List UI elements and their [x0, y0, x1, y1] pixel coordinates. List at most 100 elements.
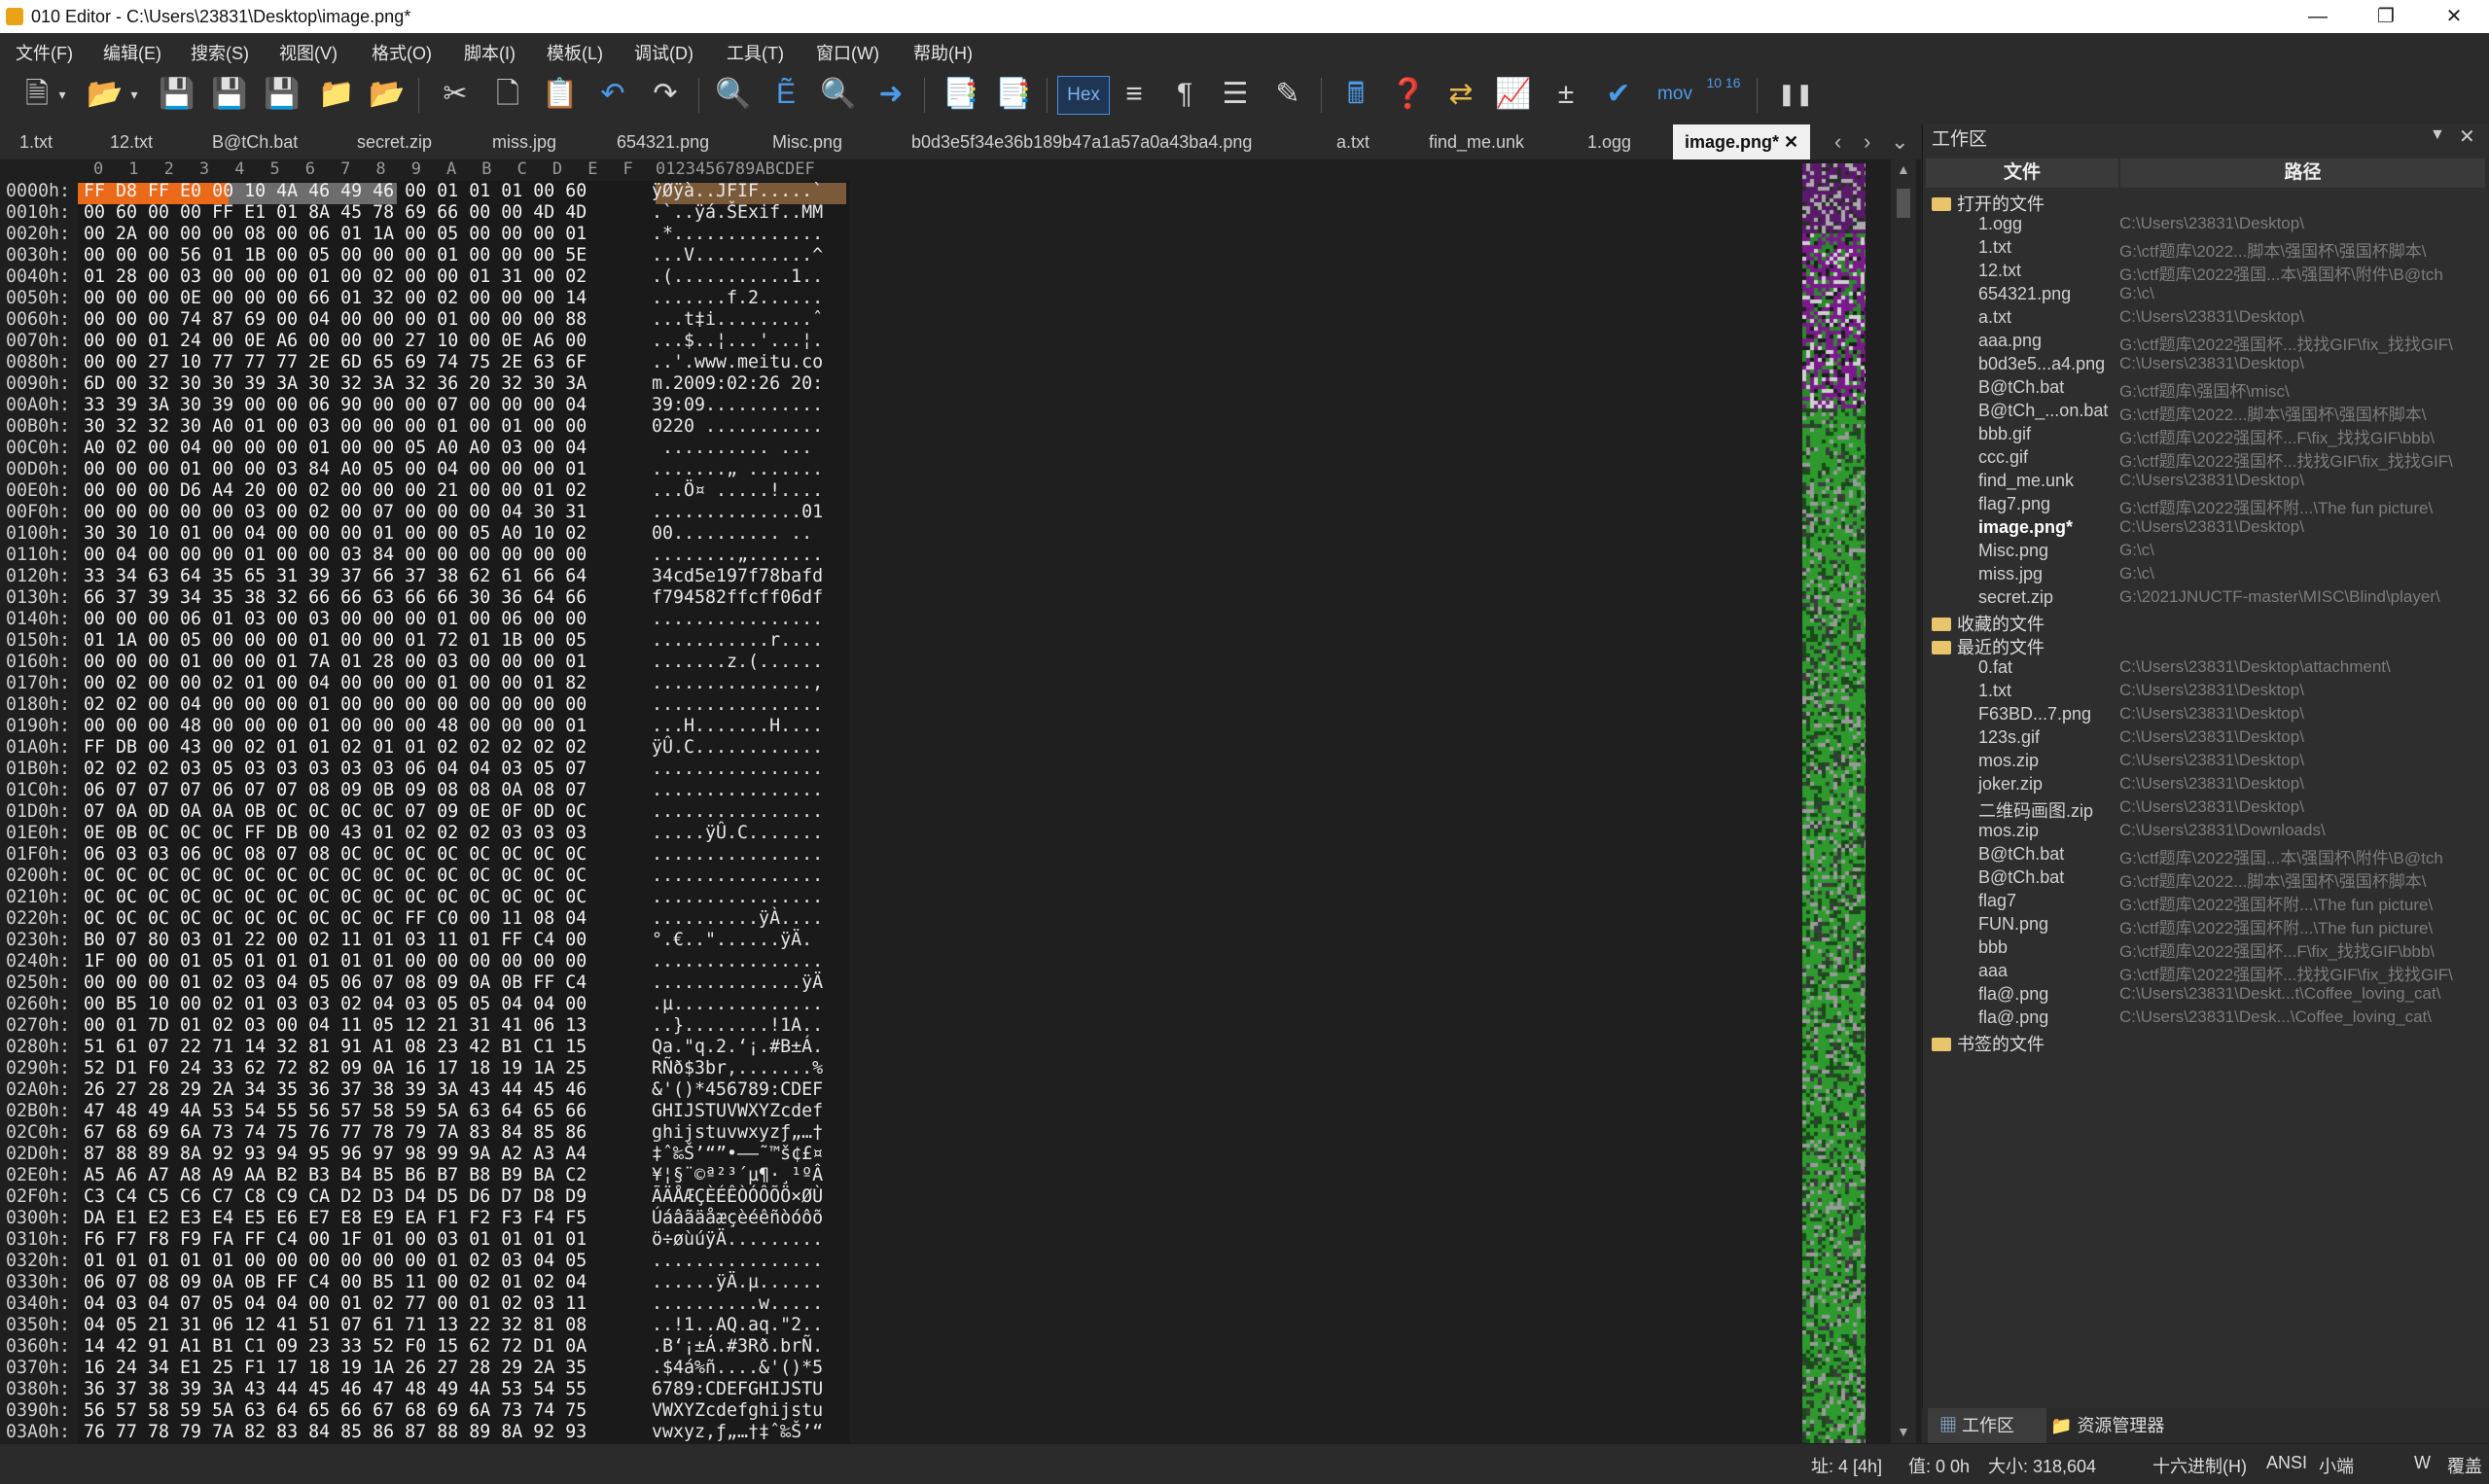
recent-file-name[interactable]: fla@.png: [1978, 984, 2048, 1005]
row-hex-bytes[interactable]: A5 A6 A7 A8 A9 AA B2 B3 B4 B5 B6 B7 B8 B…: [84, 1165, 652, 1186]
recent-file-name[interactable]: fla@.png: [1978, 1007, 2048, 1028]
menu-edit[interactable]: 编辑(E): [103, 40, 161, 65]
status-mode[interactable]: 十六进制(H): [2152, 1453, 2247, 1478]
compare-icon[interactable]: ⇄: [1441, 75, 1480, 114]
open-file-name[interactable]: flag7.png: [1978, 494, 2050, 514]
row-ascii[interactable]: vwxyz‚ƒ„…†‡ˆ‰Š’“: [652, 1422, 823, 1442]
save-as-icon[interactable]: 💾: [210, 75, 249, 114]
recent-file-name[interactable]: 0.fat: [1978, 657, 2012, 678]
row-ascii[interactable]: Qa."q.2.‘¡.#B±Á.: [652, 1037, 823, 1057]
row-hex-bytes[interactable]: F6 F7 F8 F9 FA FF C4 00 1F 01 00 03 01 0…: [84, 1229, 652, 1251]
row-ascii[interactable]: ................: [652, 780, 823, 800]
hex-row[interactable]: 0190h: 00 00 00 48 00 00 00 01 00 00 00 4…: [0, 716, 823, 737]
recent-file-name[interactable]: bbb: [1978, 937, 2008, 958]
tab-a-txt[interactable]: a.txt: [1336, 124, 1369, 159]
open-file-name[interactable]: 1.ogg: [1978, 214, 2022, 234]
columns-icon[interactable]: ☰: [1216, 75, 1255, 114]
redo-icon[interactable]: ↷: [646, 75, 685, 114]
row-ascii[interactable]: m.2009:02:26 20:: [652, 373, 823, 394]
hex-row[interactable]: 0090h: 6D 00 32 30 30 39 3A 30 32 3A 32 3…: [0, 373, 823, 395]
checksum-icon[interactable]: ±: [1547, 75, 1585, 114]
row-hex-bytes[interactable]: 02 02 00 04 00 00 00 01 00 00 00 00 00 0…: [84, 694, 652, 716]
row-ascii[interactable]: .......f.2......: [652, 288, 823, 308]
copy-icon[interactable]: 🗋: [488, 75, 527, 114]
hex-row[interactable]: 01D0h: 07 0A 0D 0A 0A 0B 0C 0C 0C 0C 07 0…: [0, 801, 823, 823]
recent-files-group[interactable]: 最近的文件: [1932, 634, 2045, 659]
row-ascii[interactable]: .µ..............: [652, 994, 823, 1014]
hex-row[interactable]: 0300h: DA E1 E2 E3 E4 E5 E6 E7 E8 E9 EA F…: [0, 1208, 823, 1229]
panel-menu-icon[interactable]: ▼: [2430, 126, 2445, 144]
column-file[interactable]: 文件: [1926, 159, 2118, 188]
hex-row[interactable]: 0270h: 00 01 7D 01 02 03 00 04 11 05 12 2…: [0, 1015, 823, 1037]
highlight-icon[interactable]: ✎: [1268, 75, 1307, 114]
tabs-left-icon[interactable]: ‹: [1834, 124, 1841, 159]
row-ascii[interactable]: 34cd5e197f78bafd: [652, 566, 823, 586]
bookmark-icon[interactable]: 📑: [942, 75, 980, 114]
row-hex-bytes[interactable]: 66 37 39 34 35 38 32 66 66 63 66 66 30 3…: [84, 587, 652, 609]
hex-row[interactable]: 0130h: 66 37 39 34 35 38 32 66 66 63 66 6…: [0, 587, 823, 609]
hex-row[interactable]: 01B0h: 02 02 02 03 05 03 03 03 03 03 06 0…: [0, 759, 823, 780]
row-hex-bytes[interactable]: 36 37 38 39 3A 43 44 45 46 47 48 49 4A 5…: [84, 1379, 652, 1400]
tab-12-txt[interactable]: 12.txt: [110, 124, 153, 159]
hex-row[interactable]: 0030h: 00 00 00 56 01 1B 00 05 00 00 00 0…: [0, 245, 823, 266]
tab-misc-png[interactable]: Misc.png: [772, 124, 842, 159]
row-ascii[interactable]: .*..............: [652, 224, 823, 244]
row-ascii[interactable]: &'()*456789:CDEF: [652, 1079, 823, 1100]
hex-row[interactable]: 0320h: 01 01 01 01 01 00 00 00 00 00 00 0…: [0, 1251, 823, 1272]
hex-row[interactable]: 0350h: 04 05 21 31 06 12 41 51 07 61 71 1…: [0, 1315, 823, 1336]
row-hex-bytes[interactable]: 04 03 04 07 05 04 04 00 01 02 77 00 01 0…: [84, 1293, 652, 1315]
hex-row[interactable]: 01F0h: 06 03 03 06 0C 08 07 08 0C 0C 0C 0…: [0, 844, 823, 866]
open-file-name[interactable]: Misc.png: [1978, 541, 2048, 561]
row-ascii[interactable]: ..'.www.meitu.co: [652, 352, 823, 372]
hex-row[interactable]: 0210h: 0C 0C 0C 0C 0C 0C 0C 0C 0C 0C 0C 0…: [0, 887, 823, 908]
validate-icon[interactable]: ✔: [1599, 75, 1638, 114]
row-hex-bytes[interactable]: 00 00 27 10 77 77 77 2E 6D 65 69 74 75 2…: [84, 352, 652, 373]
hex-row[interactable]: 01C0h: 06 07 07 07 06 07 07 08 09 0B 09 0…: [0, 780, 823, 801]
menu-help[interactable]: 帮助(H): [913, 40, 973, 65]
row-ascii[interactable]: ................: [652, 759, 823, 779]
menu-search[interactable]: 搜索(S): [191, 40, 249, 65]
status-endian[interactable]: 小端: [2319, 1453, 2354, 1478]
goto-icon[interactable]: ➜: [871, 75, 910, 114]
row-ascii[interactable]: .......z.(......: [652, 652, 823, 672]
open-file-name[interactable]: aaa.png: [1978, 331, 2042, 351]
pause-icon[interactable]: ❚❚: [1776, 75, 1815, 114]
hex-row[interactable]: 0280h: 51 61 07 22 71 14 32 81 91 A1 08 2…: [0, 1037, 823, 1058]
hex-row[interactable]: 0180h: 02 02 00 04 00 00 00 01 00 00 00 0…: [0, 694, 823, 716]
row-ascii[interactable]: ................: [652, 866, 823, 886]
row-ascii[interactable]: ...t‡i.........ˆ: [652, 309, 823, 330]
row-hex-bytes[interactable]: 1F 00 00 01 05 01 01 01 01 01 00 00 00 0…: [84, 951, 652, 972]
recent-file-name[interactable]: FUN.png: [1978, 914, 2048, 935]
row-hex-bytes[interactable]: 01 1A 00 05 00 00 00 01 00 00 01 72 01 1…: [84, 630, 652, 652]
row-hex-bytes[interactable]: 30 30 10 01 00 04 00 00 00 01 00 00 05 A…: [84, 523, 652, 545]
row-hex-bytes[interactable]: 0C 0C 0C 0C 0C 0C 0C 0C 0C 0C FF C0 00 1…: [84, 908, 652, 930]
menu-format[interactable]: 格式(O): [372, 40, 432, 65]
hex-row[interactable]: 02F0h: C3 C4 C5 C6 C7 C8 C9 CA D2 D3 D4 D…: [0, 1186, 823, 1208]
hex-row[interactable]: 0150h: 01 1A 00 05 00 00 00 01 00 00 01 7…: [0, 630, 823, 652]
menu-window[interactable]: 窗口(W): [816, 40, 879, 65]
row-hex-bytes[interactable]: 16 24 34 E1 25 F1 17 18 19 1A 26 27 28 2…: [84, 1358, 652, 1379]
row-ascii[interactable]: .`..ÿá.ŠExif..MM: [652, 202, 823, 223]
close-tab-icon[interactable]: ✕: [1784, 132, 1798, 152]
row-hex-bytes[interactable]: 00 00 00 00 00 03 00 02 00 07 00 00 00 0…: [84, 502, 652, 523]
row-hex-bytes[interactable]: 07 0A 0D 0A 0A 0B 0C 0C 0C 0C 07 09 0E 0…: [84, 801, 652, 823]
new-dropdown-icon[interactable]: ▾: [51, 75, 74, 114]
hex-row[interactable]: 0370h: 16 24 34 E1 25 F1 17 18 19 1A 26 2…: [0, 1358, 823, 1379]
hex-row[interactable]: 00C0h: A0 02 00 04 00 00 00 01 00 00 05 A…: [0, 438, 823, 459]
open-file-name[interactable]: B@tCh_...on.bat: [1978, 401, 2108, 421]
hex-row[interactable]: 0000h: FF D8 FF E0 00 10 4A 46 49 46 00 0…: [0, 181, 823, 202]
row-hex-bytes[interactable]: 87 88 89 8A 92 93 94 95 96 97 98 99 9A A…: [84, 1144, 652, 1165]
row-ascii[interactable]: ................: [652, 694, 823, 715]
row-hex-bytes[interactable]: 00 00 00 01 02 03 04 05 06 07 08 09 0A 0…: [84, 972, 652, 994]
row-ascii[interactable]: ...............‚: [652, 673, 823, 693]
save-icon[interactable]: 💾: [158, 75, 196, 114]
row-hex-bytes[interactable]: 6D 00 32 30 30 39 3A 30 32 3A 32 36 20 3…: [84, 373, 652, 395]
open-folder-icon[interactable]: 📂: [86, 75, 124, 114]
tab-654321-png[interactable]: 654321.png: [617, 124, 709, 159]
row-ascii[interactable]: ‡ˆ‰Š’“”•–—˜™š¢£¤: [652, 1144, 823, 1164]
hex-row[interactable]: 0200h: 0C 0C 0C 0C 0C 0C 0C 0C 0C 0C 0C 0…: [0, 866, 823, 887]
row-hex-bytes[interactable]: 00 60 00 00 FF E1 01 8A 45 78 69 66 00 0…: [84, 202, 652, 224]
row-hex-bytes[interactable]: 00 00 00 0E 00 00 00 66 01 32 00 02 00 0…: [84, 288, 652, 309]
row-hex-bytes[interactable]: 06 07 07 07 06 07 07 08 09 0B 09 08 08 0…: [84, 780, 652, 801]
row-ascii[interactable]: GHIJSTUVWXYZcdef: [652, 1101, 823, 1121]
